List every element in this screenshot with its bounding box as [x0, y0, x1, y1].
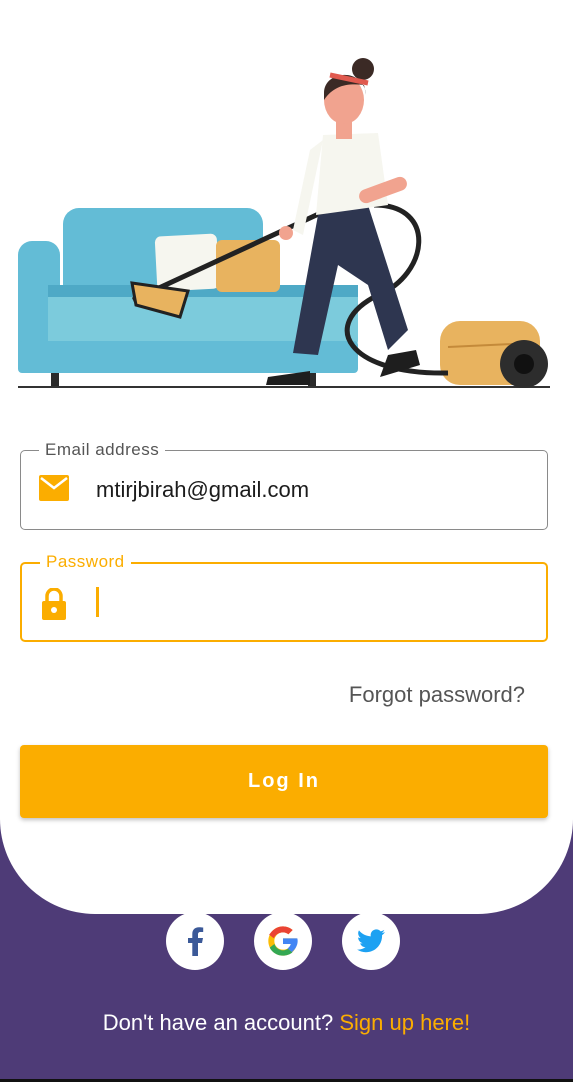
google-login-button[interactable] — [254, 912, 312, 970]
password-field[interactable]: Password — [20, 552, 548, 642]
signup-prompt-text: Don't have an account? — [102, 1010, 334, 1035]
text-caret — [96, 587, 99, 617]
mail-icon — [39, 475, 69, 506]
password-label: Password — [40, 552, 131, 572]
facebook-login-button[interactable] — [166, 912, 224, 970]
login-card: Email address mtirjbirah@gmail.com Passw… — [0, 0, 573, 914]
login-button[interactable]: Log In — [20, 745, 548, 818]
google-icon — [268, 926, 298, 956]
facebook-icon — [188, 927, 204, 956]
forgot-password-link[interactable]: Forgot password? — [349, 682, 525, 708]
twitter-login-button[interactable] — [342, 912, 400, 970]
email-input[interactable]: mtirjbirah@gmail.com — [96, 477, 309, 503]
cleaning-illustration — [18, 58, 550, 388]
twitter-icon — [357, 929, 385, 953]
lock-icon — [40, 587, 68, 625]
email-field[interactable]: Email address mtirjbirah@gmail.com — [20, 440, 548, 530]
signup-link[interactable]: Sign up here! — [339, 1010, 470, 1035]
email-label: Email address — [39, 440, 166, 460]
signup-prompt: Don't have an account? Sign up here! — [0, 1010, 573, 1036]
